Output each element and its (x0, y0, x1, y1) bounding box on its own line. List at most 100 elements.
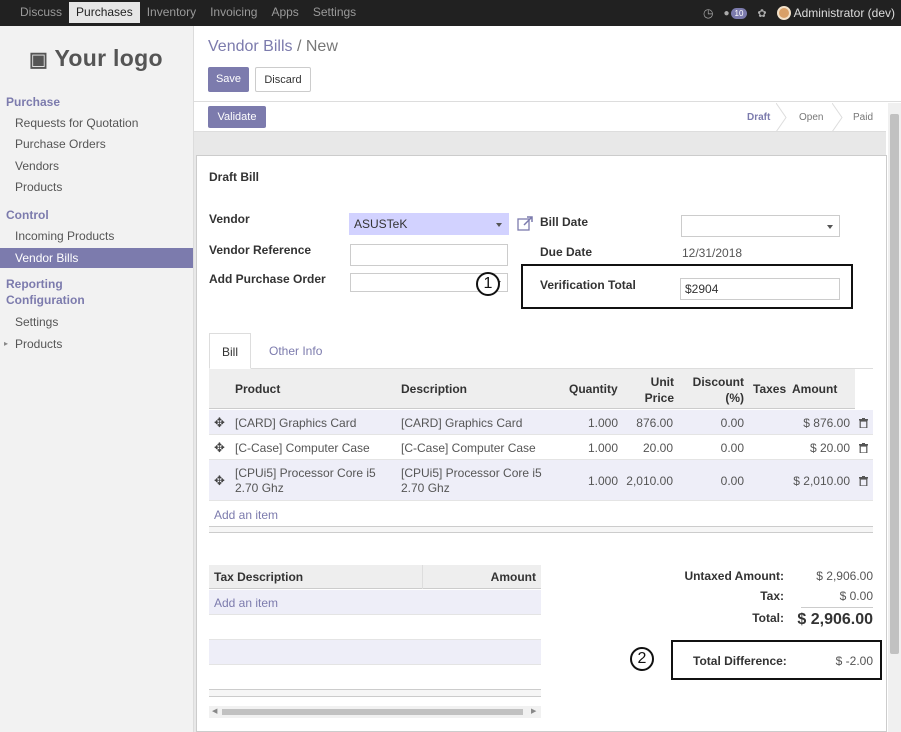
menu-invoicing[interactable]: Invoicing (203, 0, 264, 26)
row-unit-price[interactable]: 20.00 (623, 441, 673, 455)
tab-bill[interactable]: Bill (209, 333, 252, 369)
row-amount: $ 2,010.00 (793, 474, 850, 488)
company-logo[interactable]: ▣ Your logo (29, 45, 163, 72)
vendor-reference-input[interactable] (350, 244, 508, 266)
row-quantity[interactable]: 1.000 (569, 474, 618, 488)
menu-inventory[interactable]: Inventory (140, 0, 203, 26)
column-unit-price[interactable]: Unit Price (640, 374, 674, 406)
table-row[interactable]: ✥ [C-Case] Computer Case [C-Case] Comput… (209, 435, 873, 460)
vendor-value: ASUSTeK (354, 217, 408, 231)
row-unit-price[interactable]: 876.00 (623, 416, 673, 430)
bill-date-label: Bill Date (540, 215, 589, 229)
trash-icon[interactable] (859, 476, 868, 486)
sidebar-item-label: Products (15, 337, 63, 351)
annotation-marker-2: 2 (630, 647, 654, 671)
column-tax-description[interactable]: Tax Description (214, 570, 303, 584)
scrollbar-thumb[interactable] (890, 114, 899, 654)
row-description[interactable]: [CARD] Graphics Card (401, 416, 522, 430)
menu-discuss[interactable]: Discuss (0, 0, 69, 26)
total-value: $ 2,906.00 (797, 611, 873, 628)
breadcrumb-vendor-bills[interactable]: Vendor Bills (208, 38, 293, 55)
sidebar-item-products[interactable]: Products (0, 177, 193, 197)
trash-icon[interactable] (859, 418, 868, 428)
column-amount[interactable]: Amount (792, 382, 837, 396)
status-draft: Draft (747, 112, 771, 123)
chevron-down-icon[interactable] (496, 223, 502, 227)
status-paid[interactable]: Paid (853, 103, 873, 132)
status-open[interactable]: Open (799, 103, 823, 132)
row-product[interactable]: [CARD] Graphics Card (235, 416, 356, 430)
menu-apps[interactable]: Apps (264, 0, 305, 26)
drag-handle-icon[interactable]: ✥ (214, 473, 225, 489)
menu-purchases[interactable]: Purchases (69, 2, 140, 23)
sidebar-section-reporting[interactable]: Reporting (6, 277, 63, 291)
column-divider (422, 565, 423, 589)
row-product[interactable]: [CPUi5] Processor Core i5 2.70 Ghz (235, 466, 390, 496)
sidebar-item-config-products[interactable]: ▸ Products (0, 334, 193, 354)
table-row[interactable]: ✥ [CPUi5] Processor Core i5 2.70 Ghz [CP… (209, 460, 873, 501)
trash-icon[interactable] (859, 443, 868, 453)
save-button[interactable]: Save (208, 67, 249, 92)
drag-handle-icon[interactable]: ✥ (214, 440, 225, 456)
untaxed-amount-label: Untaxed Amount: (684, 569, 784, 583)
row-unit-price[interactable]: 2,010.00 (623, 474, 673, 488)
logo-text: Your logo (54, 45, 163, 71)
verification-total-input[interactable]: $2904 (680, 278, 840, 300)
row-description[interactable]: [C-Case] Computer Case (401, 441, 536, 455)
add-tax-item-link[interactable]: Add an item (214, 596, 278, 610)
horizontal-scrollbar-thumb[interactable] (222, 709, 523, 715)
sidebar: ▣ Your logo Purchase Requests for Quotat… (0, 26, 194, 732)
breadcrumb-current: New (305, 38, 338, 55)
sidebar-section-control: Control (6, 208, 49, 222)
row-product[interactable]: [C-Case] Computer Case (235, 441, 370, 455)
row-quantity[interactable]: 1.000 (569, 441, 618, 455)
breadcrumb: Vendor Bills / New (208, 38, 338, 56)
sidebar-item-incoming-products[interactable]: Incoming Products (0, 226, 193, 246)
table-row[interactable]: ✥ [CARD] Graphics Card [CARD] Graphics C… (209, 410, 873, 435)
tab-other-info[interactable]: Other Info (269, 333, 322, 369)
sidebar-section-configuration: Configuration (6, 293, 85, 307)
menu-settings[interactable]: Settings (306, 0, 363, 26)
row-quantity[interactable]: 1.000 (569, 416, 618, 430)
row-description[interactable]: [CPUi5] Processor Core i5 2.70 Ghz (401, 466, 556, 496)
column-discount[interactable]: Discount (%) (688, 374, 744, 406)
bill-date-field[interactable] (681, 215, 840, 237)
row-discount[interactable]: 0.00 (689, 474, 744, 488)
sidebar-item-rfq[interactable]: Requests for Quotation (0, 113, 193, 133)
column-tax-amount[interactable]: Amount (470, 570, 536, 584)
user-menu[interactable]: Administrator (dev) (776, 6, 895, 21)
messages-icon[interactable]: ● 10 (723, 7, 748, 19)
sidebar-item-settings[interactable]: Settings (0, 312, 193, 332)
due-date-value[interactable]: 12/31/2018 (682, 246, 742, 260)
horizontal-scrollbar[interactable]: ◀ ▶ (209, 706, 541, 718)
sidebar-item-vendors[interactable]: Vendors (0, 156, 193, 176)
column-quantity[interactable]: Quantity (569, 382, 618, 396)
external-link-icon[interactable] (517, 215, 534, 232)
untaxed-amount-value: $ 2,906.00 (816, 569, 873, 583)
tax-table-empty-row (209, 615, 541, 640)
drag-handle-icon[interactable]: ✥ (214, 415, 225, 431)
notification-count: 10 (730, 7, 748, 19)
scroll-right-icon[interactable]: ▶ (531, 706, 536, 718)
app-menu: Discuss Purchases Inventory Invoicing Ap… (0, 0, 363, 26)
row-discount[interactable]: 0.00 (689, 416, 744, 430)
bug-icon[interactable]: ✿ (757, 7, 766, 20)
breadcrumb-separator: / (296, 38, 302, 55)
column-description[interactable]: Description (401, 382, 467, 396)
vendor-field[interactable]: ASUSTeK (349, 213, 509, 235)
row-discount[interactable]: 0.00 (689, 441, 744, 455)
validate-button[interactable]: Validate (208, 106, 266, 128)
column-product[interactable]: Product (235, 382, 280, 396)
sidebar-item-vendor-bills[interactable]: Vendor Bills (0, 248, 193, 268)
scroll-left-icon[interactable]: ◀ (212, 706, 217, 718)
sidebar-item-purchase-orders[interactable]: Purchase Orders (0, 134, 193, 154)
add-line-item-link[interactable]: Add an item (214, 508, 278, 522)
row-amount: $ 876.00 (803, 416, 850, 430)
clock-icon[interactable]: ◷ (703, 6, 713, 20)
caret-right-icon: ▸ (4, 339, 9, 348)
discard-button[interactable]: Discard (255, 67, 311, 92)
chat-bubble-icon: ● (723, 7, 730, 19)
chevron-down-icon[interactable] (827, 225, 833, 229)
systray: ◷ ● 10 ✿ Administrator (dev) (703, 0, 895, 26)
column-taxes[interactable]: Taxes (753, 382, 786, 396)
